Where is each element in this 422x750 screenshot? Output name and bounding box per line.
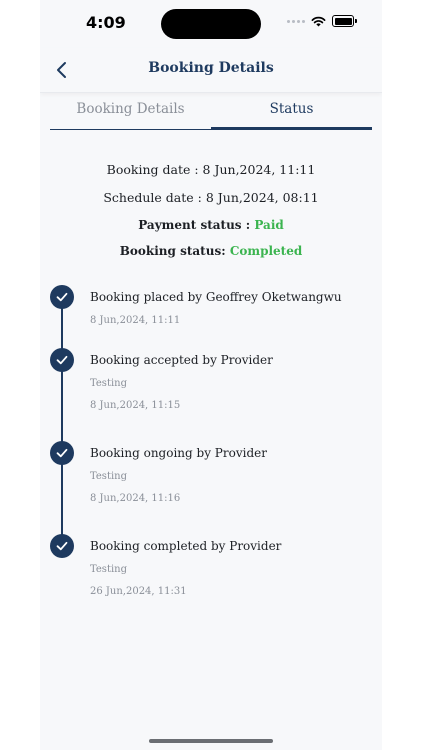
timeline-date: 8 Jun,2024, 11:15 bbox=[90, 400, 181, 411]
app-header: Booking Details bbox=[40, 48, 382, 93]
check-circle-icon bbox=[50, 348, 74, 372]
tab-label: Status bbox=[269, 101, 314, 117]
timeline-date: 26 Jun,2024, 11:31 bbox=[90, 586, 187, 597]
timeline-date: 8 Jun,2024, 11:11 bbox=[90, 315, 181, 326]
dynamic-island bbox=[161, 9, 261, 39]
timeline-title: Booking placed by Geoffrey Oketwangwu bbox=[90, 290, 342, 304]
tab-booking-details[interactable]: Booking Details bbox=[50, 96, 211, 130]
status-bar: 4:09 bbox=[40, 0, 382, 48]
timeline-connector bbox=[61, 297, 63, 545]
timeline-note: Testing bbox=[90, 471, 128, 482]
check-circle-icon bbox=[50, 534, 74, 558]
timeline-note: Testing bbox=[90, 564, 128, 575]
app-screen: 4:09 Booking Details Booking Details Sta… bbox=[40, 0, 382, 750]
tab-bar: Booking Details Status bbox=[50, 96, 372, 130]
signal-icon bbox=[287, 19, 305, 23]
booking-info: Booking date : 8 Jun,2024, 11:11 Schedul… bbox=[40, 156, 382, 264]
timeline-date: 8 Jun,2024, 11:16 bbox=[90, 493, 181, 504]
payment-status-label: Payment status : bbox=[138, 218, 251, 232]
battery-icon bbox=[332, 15, 357, 27]
timeline-note: Testing bbox=[90, 378, 128, 389]
booking-date: Booking date : 8 Jun,2024, 11:11 bbox=[106, 162, 316, 177]
tab-status[interactable]: Status bbox=[211, 96, 372, 130]
check-circle-icon bbox=[50, 285, 74, 309]
page-title: Booking Details bbox=[148, 60, 274, 76]
timeline-title: Booking ongoing by Provider bbox=[90, 446, 267, 460]
status-icons bbox=[287, 15, 357, 27]
booking-status: Booking status: Completed bbox=[40, 238, 382, 264]
booking-status-label: Booking status: bbox=[119, 244, 226, 258]
check-circle-icon bbox=[50, 441, 74, 465]
booking-status-value: Completed bbox=[229, 244, 303, 258]
payment-status: Payment status : Paid bbox=[40, 212, 382, 238]
home-indicator[interactable] bbox=[149, 739, 273, 743]
status-time: 4:09 bbox=[86, 13, 126, 32]
wifi-icon bbox=[311, 16, 326, 26]
payment-status-value: Paid bbox=[254, 218, 284, 232]
timeline-title: Booking accepted by Provider bbox=[90, 353, 273, 367]
schedule-date: Schedule date : 8 Jun,2024, 08:11 bbox=[103, 190, 319, 205]
timeline-title: Booking completed by Provider bbox=[90, 539, 282, 553]
tab-label: Booking Details bbox=[76, 101, 185, 117]
